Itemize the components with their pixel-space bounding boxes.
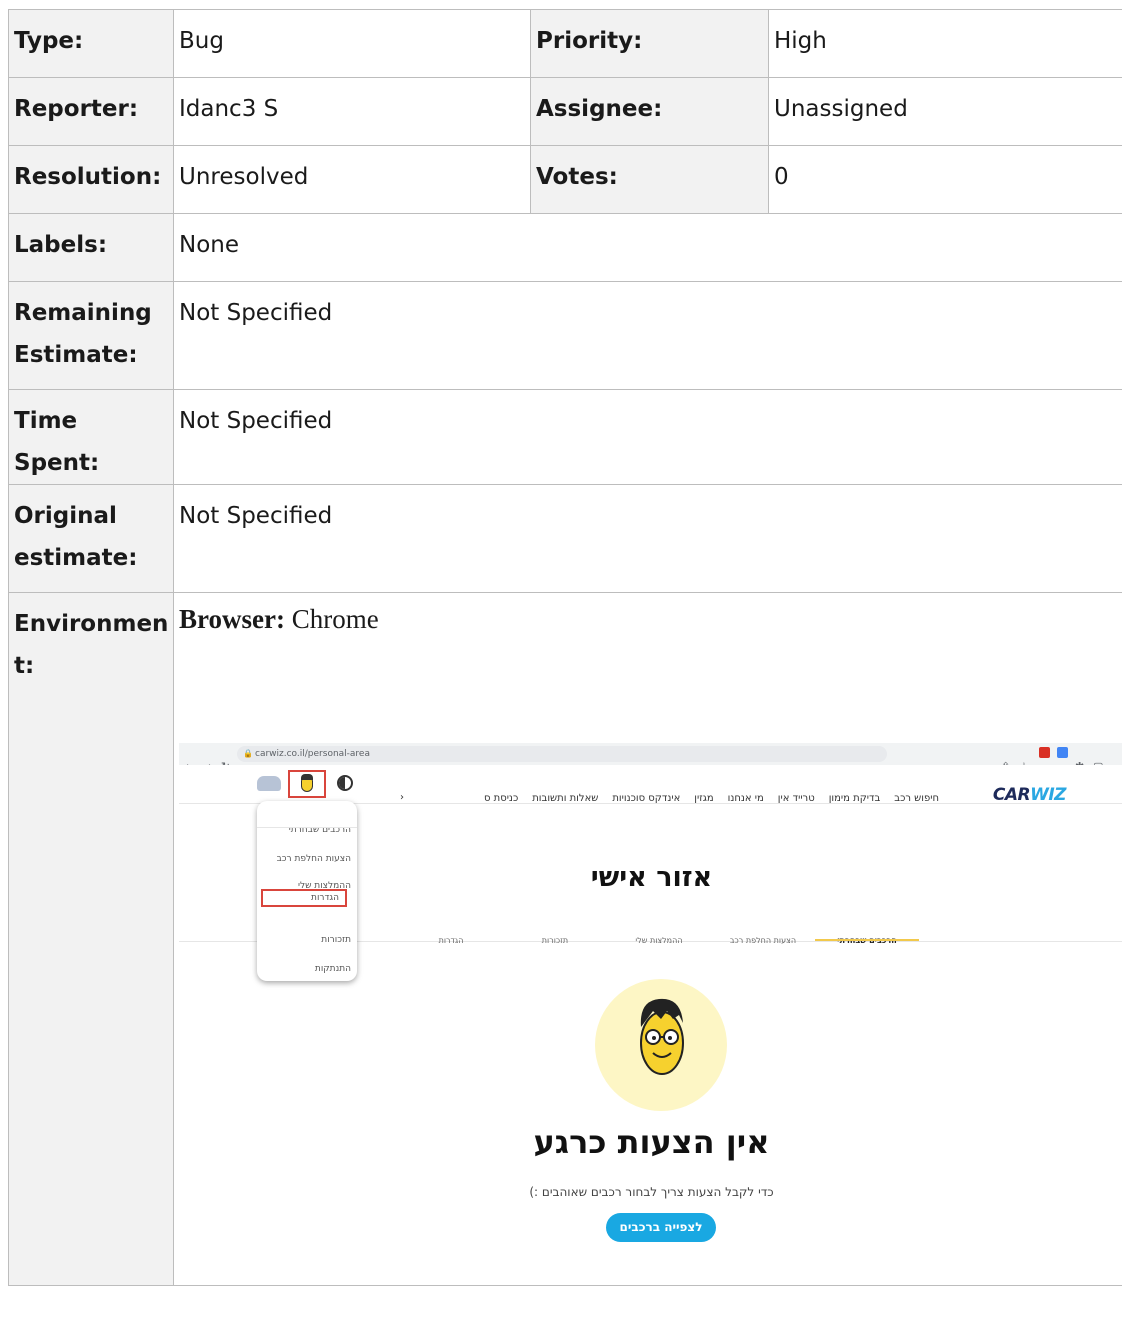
- browser-value: Chrome: [291, 604, 379, 634]
- nav-dealers-index[interactable]: אינדקס סוכנויות: [612, 793, 680, 804]
- cartoon-face-icon: [640, 998, 684, 1075]
- tab-trade-offers[interactable]: הצעות החלפת רכב: [711, 920, 815, 962]
- menu-divider: [257, 827, 357, 828]
- browser-toolbar: ← → ↻ 🔒 carwiz.co.il/personal-area ⇪ ☆ ✱…: [179, 743, 1122, 773]
- extension-blue-icon[interactable]: [1057, 747, 1068, 758]
- labels-label: Labels:: [8, 213, 174, 282]
- tab-settings[interactable]: הגדרות: [399, 920, 503, 962]
- type-label: Type:: [8, 9, 174, 78]
- browser-key: Browser:: [179, 604, 285, 634]
- priority-label: Priority:: [530, 9, 769, 78]
- empty-state-title: אין הצעות כרגע: [533, 1123, 770, 1161]
- address-url: carwiz.co.il/personal-area: [255, 749, 370, 759]
- empty-state-illustration: [595, 979, 727, 1111]
- time-spent-value: Not Specified: [173, 389, 1122, 485]
- original-estimate-label: Original estimate:: [8, 484, 174, 593]
- priority-value: High: [768, 9, 1122, 78]
- remaining-estimate-value: Not Specified: [173, 281, 1122, 390]
- labels-value: None: [173, 213, 1122, 282]
- user-dropdown-menu: הרכבים שבחרתי הצעות החלפת רכב ההמלצות של…: [257, 801, 357, 981]
- attached-screenshot: ← → ↻ 🔒 carwiz.co.il/personal-area ⇪ ☆ ✱…: [179, 743, 1122, 1283]
- site-header: CARWIZ חיפוש רכב בדיקת מימון טרייד אין מי א…: [179, 765, 1122, 805]
- nav-about[interactable]: מי אנחנו: [728, 793, 764, 804]
- avatar-face-icon: [301, 774, 313, 792]
- row-resolution-votes: Resolution: Unresolved Votes: 0: [8, 145, 1122, 214]
- assignee-label: Assignee:: [530, 77, 769, 146]
- menu-item-settings[interactable]: הגדרות: [261, 889, 347, 907]
- site-nav-menu: חיפוש רכב בדיקת מימון טרייד אין מי אנחנו מגז…: [399, 778, 939, 820]
- remaining-label-line-2: Estimate:: [14, 342, 138, 368]
- time-spent-label: Time Spent:: [8, 389, 174, 485]
- empty-state-subtitle: כדי לקבל הצעות צריך לבחור רכבים שאוהבים …: [529, 1185, 774, 1199]
- lock-icon: 🔒: [243, 749, 253, 758]
- nav-car-search[interactable]: חיפוש רכב: [894, 793, 939, 804]
- nav-finance-check[interactable]: בדיקת מימון: [829, 793, 881, 804]
- votes-label: Votes:: [530, 145, 769, 214]
- reporter-value[interactable]: Idanc3 S: [173, 77, 531, 146]
- menu-item-logout[interactable]: התנתקות: [257, 948, 351, 990]
- original-label-line-1: Original: [14, 503, 117, 529]
- extension-red-icon[interactable]: [1039, 747, 1050, 758]
- environment-label: Environmen t:: [8, 592, 174, 1286]
- tab-reminders[interactable]: תזכורות: [503, 920, 607, 962]
- assignee-value[interactable]: Unassigned: [768, 77, 1122, 146]
- logo-part-car: CAR: [992, 785, 1031, 805]
- original-estimate-value: Not Specified: [173, 484, 1122, 593]
- carwiz-logo[interactable]: CARWIZ: [992, 774, 1067, 816]
- original-label-line-2: estimate:: [14, 545, 138, 571]
- address-bar[interactable]: 🔒 carwiz.co.il/personal-area: [237, 746, 887, 762]
- environment-value: Browser: Chrome ← → ↻ 🔒 carwiz.co.il/per…: [173, 592, 1122, 1286]
- nav-chevron-icon[interactable]: ›: [400, 777, 404, 819]
- row-original-estimate: Original estimate: Not Specified: [8, 484, 1122, 593]
- tab-recommendations[interactable]: ההמלצות שלי: [607, 920, 711, 962]
- environment-browser: Browser: Chrome: [179, 601, 379, 637]
- row-type-priority: Type: Bug Priority: High: [8, 9, 1122, 78]
- logo-part-wiz: WIZ: [1030, 785, 1066, 805]
- active-tab-indicator: [815, 939, 919, 941]
- view-cars-button[interactable]: לצפייה ברכבים: [606, 1213, 716, 1242]
- row-labels: Labels: None: [8, 213, 1122, 282]
- remaining-estimate-label: Remaining Estimate:: [8, 281, 174, 390]
- nav-trade-in[interactable]: טרייד אין: [778, 793, 815, 804]
- resolution-label: Resolution:: [8, 145, 174, 214]
- votes-value: 0: [768, 145, 1122, 214]
- type-value: Bug: [173, 9, 531, 78]
- reporter-label: Reporter:: [8, 77, 174, 146]
- remaining-label-line-1: Remaining: [14, 300, 152, 326]
- tab-chosen-cars[interactable]: הרכבים שבחרתי: [815, 920, 919, 962]
- contrast-toggle-icon[interactable]: [337, 775, 353, 791]
- user-avatar-button[interactable]: [288, 770, 326, 798]
- nav-agent-login[interactable]: כניסת ס: [484, 793, 518, 804]
- car-icon[interactable]: [257, 776, 281, 791]
- row-time-spent: Time Spent: Not Specified: [8, 389, 1122, 485]
- environment-label-line-1: Environmen: [14, 611, 169, 637]
- row-reporter-assignee: Reporter: Idanc3 S Assignee: Unassigned: [8, 77, 1122, 146]
- nav-magazine[interactable]: מגזין: [694, 793, 713, 804]
- resolution-value: Unresolved: [173, 145, 531, 214]
- row-environment: Environmen t: Browser: Chrome ← → ↻ 🔒 car…: [8, 592, 1122, 1286]
- row-remaining-estimate: Remaining Estimate: Not Specified: [8, 281, 1122, 390]
- environment-label-line-2: t:: [14, 653, 35, 679]
- issue-details-table: Type: Bug Priority: High Reporter: Idanc…: [8, 9, 1122, 1286]
- nav-faq[interactable]: שאלות ותשובות: [532, 793, 598, 804]
